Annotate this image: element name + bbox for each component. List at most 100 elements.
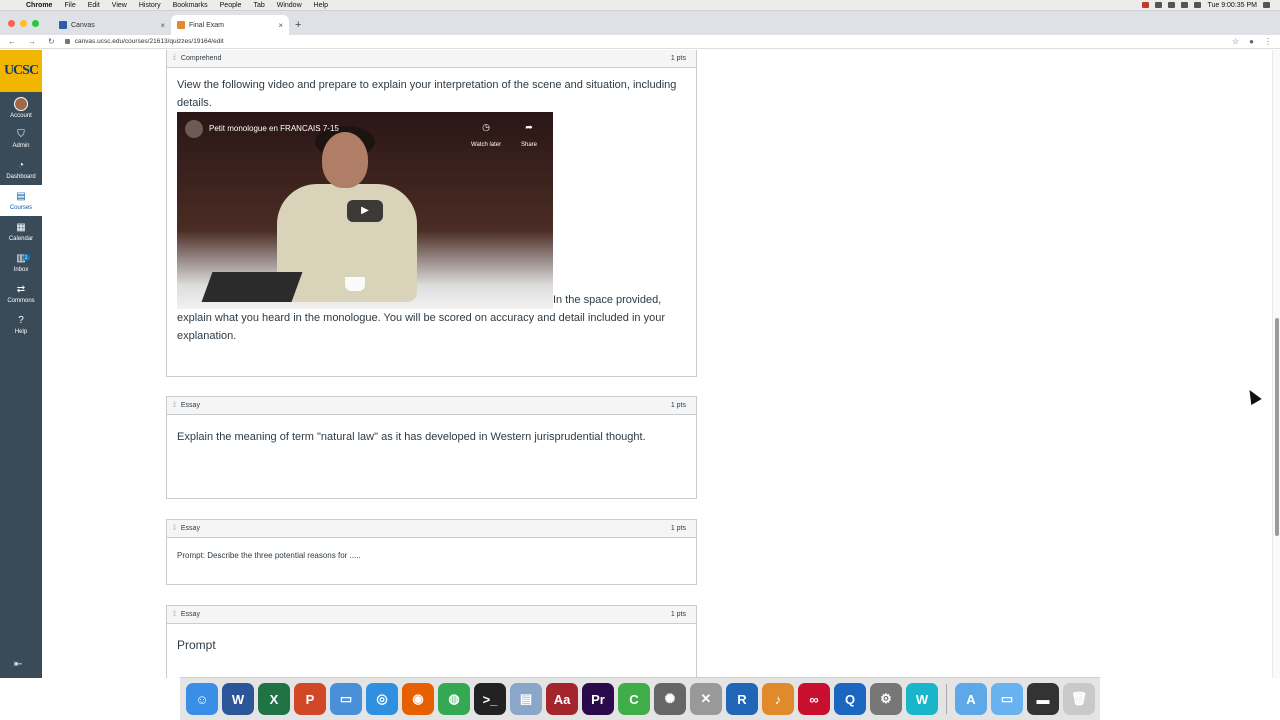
menu-bookmarks[interactable]: Bookmarks (173, 2, 208, 9)
share-button[interactable]: ➦ Share (521, 118, 537, 154)
toolbar-actions: ☆ ● ⋮ (1232, 37, 1280, 46)
menu-edit[interactable]: Edit (88, 2, 100, 9)
browser-toolbar: ← → ↻ canvas.ucsc.edu/courses/21613/quiz… (0, 35, 1280, 49)
dock-app-webex-icon[interactable]: W (906, 683, 938, 715)
dock-separator (946, 684, 947, 714)
address-bar[interactable]: canvas.ucsc.edu/courses/21613/quizzes/19… (64, 38, 224, 45)
dock-app-preview-icon[interactable]: ▤ (510, 683, 542, 715)
menu-tab[interactable]: Tab (253, 2, 264, 9)
tab-canvas[interactable]: Canvas × (53, 15, 171, 35)
menubar-status-area: Tue 9:00:35 PM (1142, 2, 1280, 9)
dock-app-keynote-icon[interactable]: ▭ (330, 683, 362, 715)
ucsc-logo[interactable]: UCSC (0, 50, 42, 92)
close-tab-icon[interactable]: × (160, 21, 165, 30)
nav-calendar[interactable]: ▦ Calendar (0, 216, 42, 247)
menu-help[interactable]: Help (314, 2, 328, 9)
close-window-button[interactable] (8, 20, 15, 27)
tab-final-exam[interactable]: Final Exam × (171, 15, 289, 35)
dashboard-icon: ◔ (17, 159, 25, 171)
dock-app-trash-icon[interactable]: 🗑 (1063, 683, 1095, 715)
recording-icon[interactable] (1142, 2, 1150, 8)
dock-app-grapher-icon[interactable]: ✕ (690, 683, 722, 715)
nav-help[interactable]: ? Help (0, 309, 42, 340)
menu-window[interactable]: Window (277, 2, 302, 9)
nav-account[interactable]: Account (0, 92, 42, 123)
volume-icon[interactable] (1181, 2, 1189, 8)
chrome-menu-icon[interactable]: ⋮ (1264, 37, 1272, 46)
wifi-icon[interactable] (1168, 2, 1176, 8)
menu-history[interactable]: History (139, 2, 161, 9)
notification-center-icon[interactable] (1263, 2, 1270, 8)
dock-app-garageband-icon[interactable]: ♪ (762, 683, 794, 715)
dock-app-folder-icon[interactable]: ▭ (991, 683, 1023, 715)
zoom-window-button[interactable] (32, 20, 39, 27)
dock-app-system-preferences-icon[interactable]: ⚙ (870, 683, 902, 715)
dock-app-compressor-icon[interactable]: ✺ (654, 683, 686, 715)
dock-app-premiere-icon[interactable]: Pr (582, 683, 614, 715)
dock-app-terminal-icon[interactable]: >_ (474, 683, 506, 715)
drag-handle-icon[interactable]: ⁞⁞ (173, 55, 176, 62)
bookmark-star-icon[interactable]: ☆ (1232, 37, 1239, 46)
nav-label: Help (14, 328, 28, 335)
menu-app-name[interactable]: Chrome (26, 2, 52, 9)
question-points: 1 pts (670, 611, 686, 618)
nav-label: Commons (7, 297, 35, 304)
drag-handle-icon[interactable]: ⁞⁞ (173, 611, 176, 618)
dock-app-quicktime-icon[interactable]: Q (834, 683, 866, 715)
dock-app-screen-icon[interactable]: ▬ (1027, 683, 1059, 715)
menubar-clock[interactable]: Tue 9:00:35 PM (1207, 2, 1257, 9)
menu-file[interactable]: File (64, 2, 75, 9)
drag-handle-icon[interactable]: ⁞⁞ (173, 525, 176, 532)
dock-app-creative-cloud-icon[interactable]: ∞ (798, 683, 830, 715)
dock-app-powerpoint-icon[interactable]: P (294, 683, 326, 715)
dock-app-applications-icon[interactable]: A (955, 683, 987, 715)
menu-view[interactable]: View (112, 2, 127, 9)
forward-arrow-icon[interactable]: → (28, 37, 36, 46)
menu-people[interactable]: People (220, 2, 242, 9)
collapse-nav-icon[interactable]: ⇤ (14, 659, 22, 670)
nav-admin[interactable]: ⛉ Admin (0, 123, 42, 154)
lock-icon (64, 39, 70, 44)
youtube-video-embed[interactable]: Petit monologue en FRANCAIS 7-15 ◷ Watch… (177, 112, 553, 309)
global-navigation: UCSC Account ⛉ Admin ◔ Dashboard ▤ Cours… (0, 50, 42, 678)
watch-later-label: Watch later (471, 142, 502, 148)
channel-avatar-icon[interactable] (185, 120, 203, 138)
question-text: Prompt (177, 638, 216, 652)
nav-courses[interactable]: ▤ Courses (0, 185, 42, 216)
question-text: Explain the meaning of term "natural law… (177, 431, 646, 443)
dock-app-finder-icon[interactable]: ☺ (186, 683, 218, 715)
url-text: canvas.ucsc.edu/courses/21613/quizzes/19… (74, 38, 224, 45)
dock-app-chrome-icon[interactable]: ◍ (438, 683, 470, 715)
drag-handle-icon[interactable]: ⁞⁞ (173, 402, 176, 409)
dock-app-excel-icon[interactable]: X (258, 683, 290, 715)
page-scrollbar[interactable] (1272, 50, 1280, 678)
new-tab-button[interactable]: + (295, 19, 301, 31)
window-controls (8, 20, 39, 27)
video-title[interactable]: Petit monologue en FRANCAIS 7-15 (209, 120, 339, 138)
scrollbar-thumb[interactable] (1275, 318, 1279, 536)
flag-icon[interactable] (1194, 2, 1202, 8)
dock-app-firefox-icon[interactable]: ◉ (402, 683, 434, 715)
video-figure-head (322, 132, 368, 188)
creative-cloud-icon[interactable] (1155, 2, 1163, 8)
close-tab-icon[interactable]: × (278, 21, 283, 30)
nav-commons[interactable]: ⇄ Commons (0, 278, 42, 309)
canvas-favicon-icon (177, 21, 185, 29)
question-card[interactable]: ⁞⁞ Essay 1 pts Prompt: Describe the thre… (166, 519, 697, 585)
nav-dashboard[interactable]: ◔ Dashboard (0, 154, 42, 185)
dock-app-word-icon[interactable]: W (222, 683, 254, 715)
watch-later-button[interactable]: ◷ Watch later (471, 118, 501, 154)
reload-icon[interactable]: ↻ (48, 37, 55, 46)
dock-app-r-icon[interactable]: R (726, 683, 758, 715)
minimize-window-button[interactable] (20, 20, 27, 27)
back-arrow-icon[interactable]: ← (8, 37, 16, 46)
question-card[interactable]: ⁞⁞ Essay 1 pts Prompt (166, 605, 697, 678)
dock-app-acrobat-icon[interactable]: Aa (546, 683, 578, 715)
nav-inbox[interactable]: ▥ 1 Inbox (0, 247, 42, 278)
dock-app-camtasia-icon[interactable]: C (618, 683, 650, 715)
question-card[interactable]: ⁞⁞ Essay 1 pts Explain the meaning of te… (166, 396, 697, 499)
profile-icon[interactable]: ● (1249, 37, 1254, 46)
play-button-icon[interactable]: ▶ (347, 200, 383, 222)
dock-app-safari-icon[interactable]: ◎ (366, 683, 398, 715)
question-card[interactable]: ⁞⁞ Comprehend 1 pts View the following v… (166, 50, 697, 377)
